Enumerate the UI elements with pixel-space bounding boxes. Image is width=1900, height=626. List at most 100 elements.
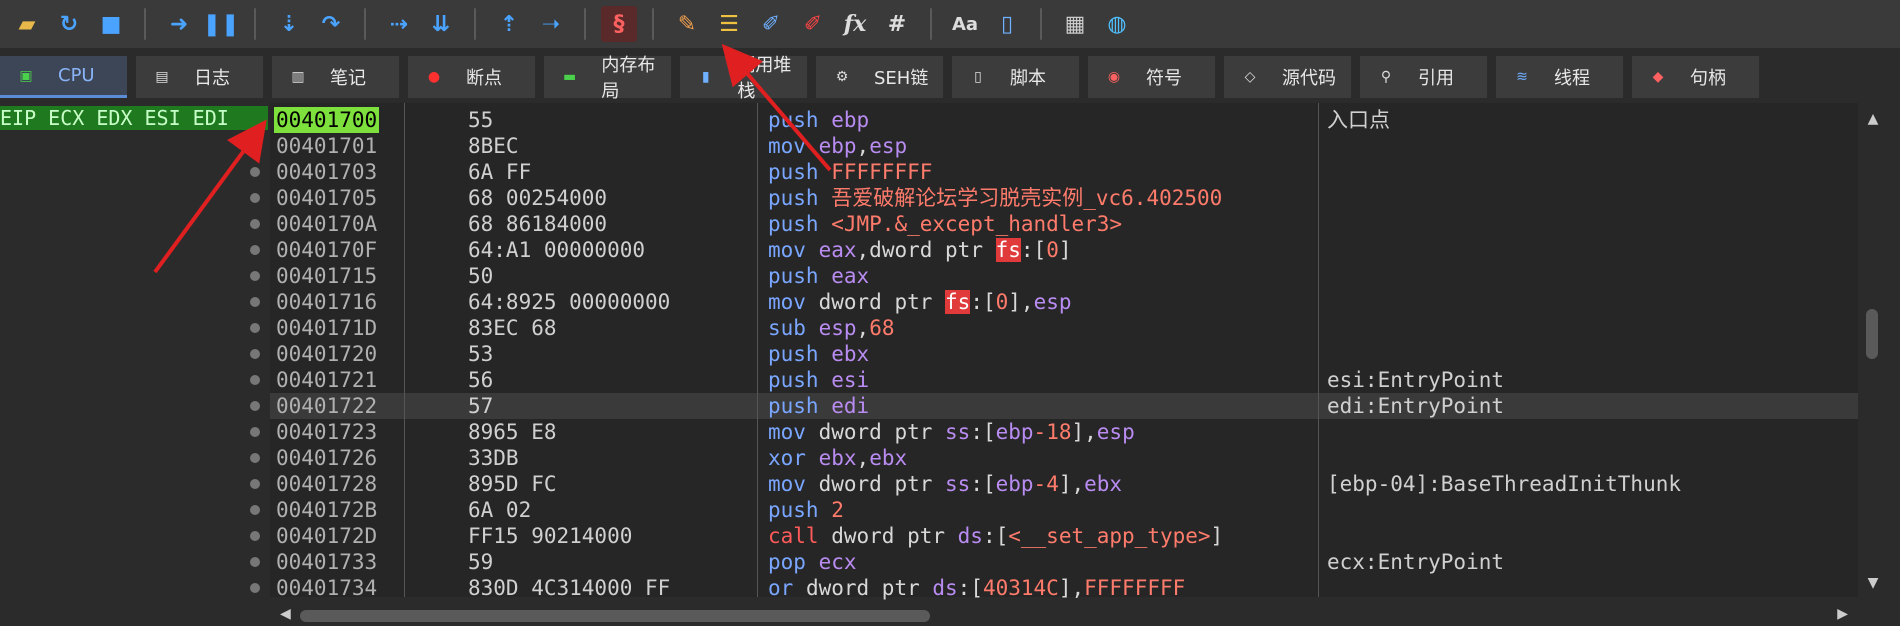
instruction-token: dword ptr [805,472,946,496]
vertical-scrollbar[interactable]: ▲ ▼ [1862,103,1884,597]
instruction-token: ebx [869,446,908,470]
disasm-row[interactable]: 00401720 53 push ebx [250,341,1858,367]
tab-breakpoints[interactable]: ● 断点 [408,56,535,98]
tab-handles[interactable]: ◆ 句柄 [1632,56,1759,98]
instruction-token: ], [1058,576,1085,600]
run-to-user-code-icon[interactable]: ➝ [533,6,569,42]
step-over-icon[interactable]: ↷ [313,6,349,42]
hash-icon[interactable]: # [879,6,915,42]
tab-threads[interactable]: ≋ 线程 [1496,56,1623,98]
address: 00401703 [276,160,378,184]
tab-script[interactable]: ▯ 脚本 [952,56,1079,98]
scroll-left-icon[interactable]: ◀ [280,606,291,622]
toolbar-separator [930,8,932,40]
disasm-row[interactable]: 00401721 56 push esi esi:EntryPoint [250,367,1858,393]
instruction-token: ebp [831,108,870,132]
function-icon[interactable]: fx [837,6,873,42]
breakpoint-dot[interactable] [250,245,260,255]
bookmark-icon[interactable]: ✐ [795,6,831,42]
disasm-row[interactable]: 00401703 6A FF push FFFFFFFF [250,159,1858,185]
run-icon[interactable]: ➜ [161,6,197,42]
open-icon[interactable]: ▰ [9,6,45,42]
device-icon[interactable]: ▯ [989,6,1025,42]
disasm-row[interactable]: 00401722 57 push edi edi:EntryPoint [250,393,1858,419]
scylla-icon[interactable]: § [601,6,637,42]
disasm-row[interactable]: 00401715 50 push eax [250,263,1858,289]
disasm-row[interactable]: 00401700 55 push ebp 入口点 [270,107,1858,133]
comment-icon[interactable]: ☰ [711,6,747,42]
pause-icon[interactable]: ❚❚ [203,6,240,42]
stop-icon[interactable]: ■ [93,6,129,42]
tab-label: 引用 [1418,68,1454,89]
breakpoint-dot[interactable] [250,427,260,437]
disasm-row[interactable]: 00401705 68 00254000 push 吾爱破解论坛学习脱壳实例_vc6… [250,185,1858,211]
breakpoint-dot[interactable] [250,505,260,515]
tab-seh[interactable]: ⚙ SEH链 [816,56,943,98]
breakpoint-dot[interactable] [250,583,260,593]
breakpoint-dot[interactable] [250,193,260,203]
animate-into-icon[interactable]: ⇢ [381,6,417,42]
address: 00401728 [276,472,378,496]
patch-icon[interactable]: ✎ [669,6,705,42]
tab-call-stack[interactable]: ▮ 调用堆栈 [680,55,807,102]
tab-source[interactable]: ◇ 源代码 [1224,56,1351,98]
disasm-row[interactable]: 00401728 895D FC mov dword ptr ss:[ebp-4],… [250,471,1858,497]
log-icon: ▤ [155,69,169,85]
instruction: mov dword ptr ss:[ebp-18],esp [768,419,1135,445]
tab-notes[interactable]: ▥ 笔记 [272,56,399,98]
scroll-down-icon[interactable]: ▼ [1864,575,1882,593]
breakpoint-dot[interactable] [250,323,260,333]
calculator-icon[interactable]: ▦ [1057,6,1093,42]
disasm-row[interactable]: 00401734 830D 4C314000 FF or dword ptr ds:… [250,575,1858,601]
scroll-thumb[interactable] [1866,309,1878,359]
breakpoint-dot[interactable] [250,167,260,177]
instruction: call dword ptr ds:[<__set_app_type>] [768,523,1223,549]
disasm-row[interactable]: 0040171D 83EC 68 sub esp,68 [250,315,1858,341]
breakpoint-dot[interactable] [250,297,260,307]
step-into-icon[interactable]: ⇣ [271,6,307,42]
horizontal-scrollbar[interactable]: ◀ ▶ [270,606,1862,626]
scroll-right-icon[interactable]: ▶ [1837,606,1848,622]
restart-icon[interactable]: ↻ [51,6,87,42]
disasm-row[interactable]: 00401726 33DB xor ebx,ebx [250,445,1858,471]
tab-log[interactable]: ▤ 日志 [136,56,263,98]
label-icon[interactable]: ✐ [753,6,789,42]
tab-references[interactable]: ⚲ 引用 [1360,56,1487,98]
breakpoint-dot[interactable] [250,219,260,229]
disasm-row[interactable]: 00401723 8965 E8 mov dword ptr ss:[ebp-18]… [250,419,1858,445]
breakpoint-dot[interactable] [250,271,260,281]
disasm-row[interactable]: 0040172D FF15 90214000 call dword ptr ds:[… [250,523,1858,549]
execute-till-return-icon[interactable]: ⇡ [491,6,527,42]
disasm-row[interactable]: 00401716 64:8925 00000000 mov dword ptr fs… [250,289,1858,315]
globe-icon[interactable]: ◍ [1099,6,1135,42]
breakpoint-dot[interactable] [250,453,260,463]
breakpoint-dot[interactable] [250,479,260,489]
instruction-token [806,238,819,262]
disasm-row[interactable]: 0040170F 64:A1 00000000 mov eax,dword ptr … [250,237,1858,263]
disasm-row[interactable]: 00401701 8BEC mov ebp,esp [250,133,1858,159]
opcode-bytes: 57 [468,394,494,418]
breakpoint-dot[interactable] [250,531,260,541]
scroll-up-icon[interactable]: ▲ [1864,111,1882,129]
breakpoint-dot[interactable] [250,401,260,411]
instruction-token: 2 [831,498,844,522]
tab-symbols[interactable]: ◉ 符号 [1088,56,1215,98]
tab-cpu[interactable]: ▣ CPU [0,56,127,98]
opcode-bytes: 53 [468,342,494,366]
tab-memory-map[interactable]: ▬ 内存布局 [544,55,671,102]
breakpoint-dot[interactable] [250,349,260,359]
trace-icon[interactable]: ⇊ [423,6,459,42]
disassembly-view[interactable]: 00401700 55 push ebp 入口点 00401701 8BEC mov ebp… [250,103,1858,600]
breakpoint-dot[interactable] [250,557,260,567]
instruction-token [819,186,832,210]
address: 00401734 [276,576,378,600]
breakpoint-dot[interactable] [250,141,260,151]
disasm-row[interactable]: 0040172B 6A 02 push 2 [250,497,1858,523]
scroll-thumb[interactable] [300,610,930,622]
instruction: mov ebp,esp [768,133,907,159]
breakpoint-dot[interactable] [250,375,260,385]
disasm-row[interactable]: 0040170A 68 86184000 push <JMP.&_except_ha… [250,211,1858,237]
instruction: push edi [768,393,869,419]
disasm-row[interactable]: 00401733 59 pop ecx ecx:EntryPoint [250,549,1858,575]
font-icon[interactable]: Aa [947,6,983,42]
